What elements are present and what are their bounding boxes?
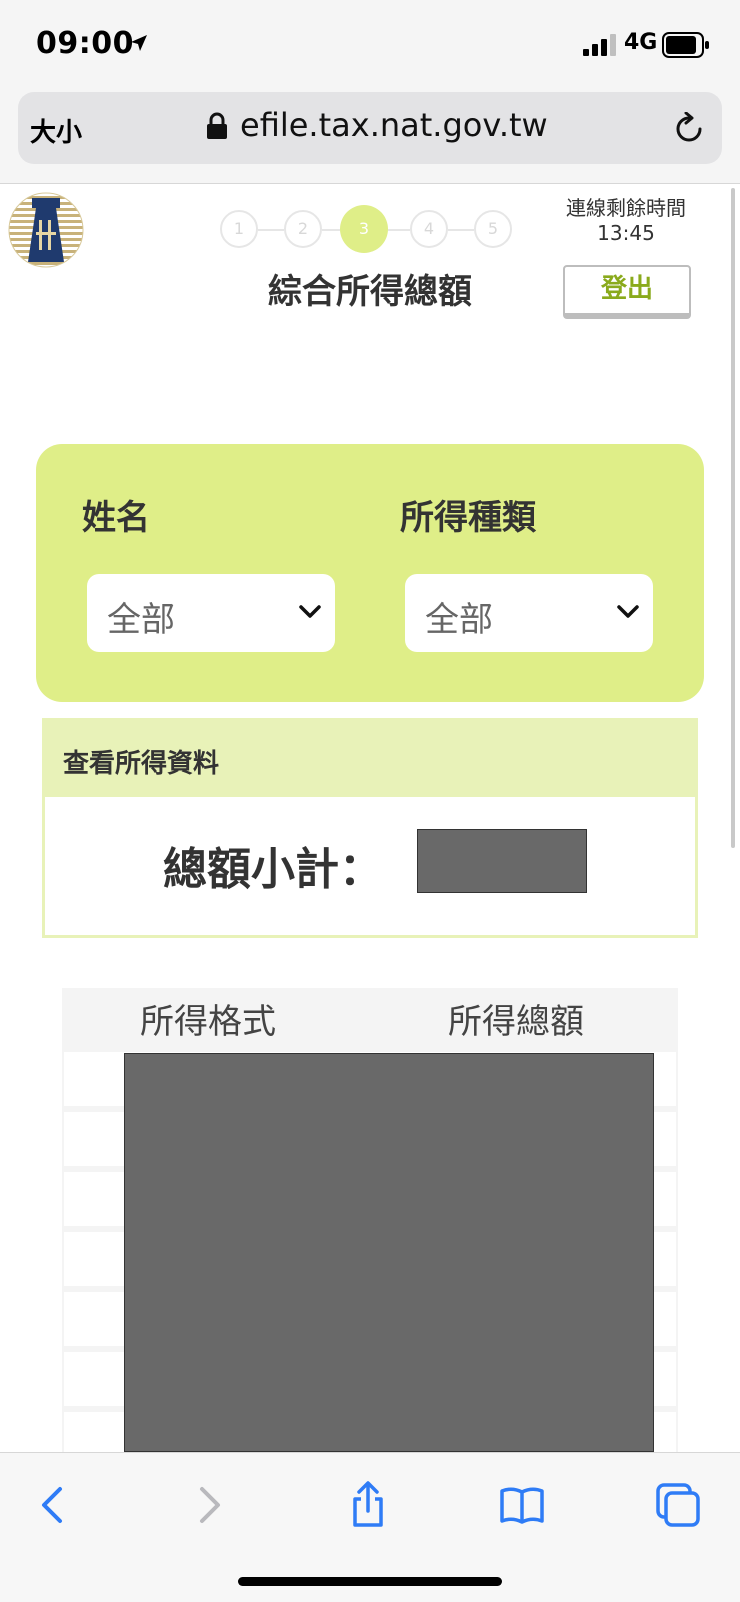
filter-panel: 姓名 所得種類 全部 全部 <box>36 444 704 702</box>
page-title: 綜合所得總額 <box>268 272 472 312</box>
status-time: 09:00 <box>36 26 134 61</box>
location-arrow-icon <box>130 34 148 56</box>
step-5: 5 <box>474 210 512 248</box>
book-icon <box>500 1487 544 1524</box>
income-summary-header: 查看所得資料 <box>45 721 695 797</box>
page-scrollbar[interactable] <box>731 188 735 848</box>
step-connector <box>448 229 474 231</box>
tabs-icon <box>656 1483 700 1527</box>
step-connector <box>322 229 340 231</box>
url-text[interactable]: efile.tax.nat.gov.tw <box>240 106 548 144</box>
network-type: 4G <box>624 30 658 55</box>
progress-steps: 1 2 3 4 5 <box>220 205 520 253</box>
income-type-select[interactable]: 全部 <box>405 574 653 652</box>
name-filter-label: 姓名 <box>82 498 150 538</box>
logout-button[interactable]: 登出 <box>563 265 691 319</box>
column-header-income-total: 所得總額 <box>448 1002 584 1042</box>
text-size-button[interactable]: 大小 <box>30 112 82 149</box>
bookmarks-button[interactable] <box>498 1481 546 1529</box>
session-timer-label: 連線剩餘時間 <box>566 196 686 220</box>
income-type-filter-label: 所得種類 <box>400 498 536 538</box>
subtotal-value-redacted <box>417 829 587 893</box>
step-connector <box>388 229 410 231</box>
cellular-signal-icon <box>583 34 619 56</box>
tabs-button[interactable] <box>654 1481 702 1529</box>
chevron-down-icon <box>299 604 321 623</box>
lock-icon <box>206 112 228 144</box>
reload-icon[interactable] <box>674 111 704 148</box>
step-1: 1 <box>220 210 258 248</box>
browser-toolbar <box>0 1452 740 1602</box>
session-timer-value: 13:45 <box>597 221 655 245</box>
battery-icon <box>662 32 710 62</box>
step-2: 2 <box>284 210 322 248</box>
back-button[interactable] <box>28 1481 76 1529</box>
income-type-select-value: 全部 <box>425 600 493 640</box>
chevron-down-icon <box>617 604 639 623</box>
forward-button[interactable] <box>186 1481 234 1529</box>
table-data-redacted <box>124 1053 654 1452</box>
income-summary-box: 查看所得資料 總額小計： <box>42 718 698 938</box>
status-bar: 09:00 4G <box>0 0 740 88</box>
column-header-income-format: 所得格式 <box>140 1002 276 1042</box>
step-4: 4 <box>410 210 448 248</box>
income-section-title: 查看所得資料 <box>63 749 220 779</box>
address-bar-area: 大小 efile.tax.nat.gov.tw <box>0 88 740 184</box>
home-indicator <box>238 1577 502 1586</box>
share-button[interactable] <box>344 1481 392 1529</box>
step-connector <box>258 229 284 231</box>
chevron-right-icon <box>200 1487 220 1523</box>
subtotal-label: 總額小計： <box>163 844 383 895</box>
address-bar[interactable]: 大小 efile.tax.nat.gov.tw <box>18 92 722 164</box>
site-logo[interactable] <box>8 192 84 268</box>
name-select[interactable]: 全部 <box>87 574 335 652</box>
name-select-value: 全部 <box>107 600 175 640</box>
share-icon <box>353 1481 383 1527</box>
mobile-browser-screen: 09:00 4G 大小 efile.tax.nat.gov.tw 1 2 3 4… <box>0 0 740 1602</box>
chevron-left-icon <box>42 1487 62 1523</box>
step-3-current: 3 <box>340 205 388 253</box>
